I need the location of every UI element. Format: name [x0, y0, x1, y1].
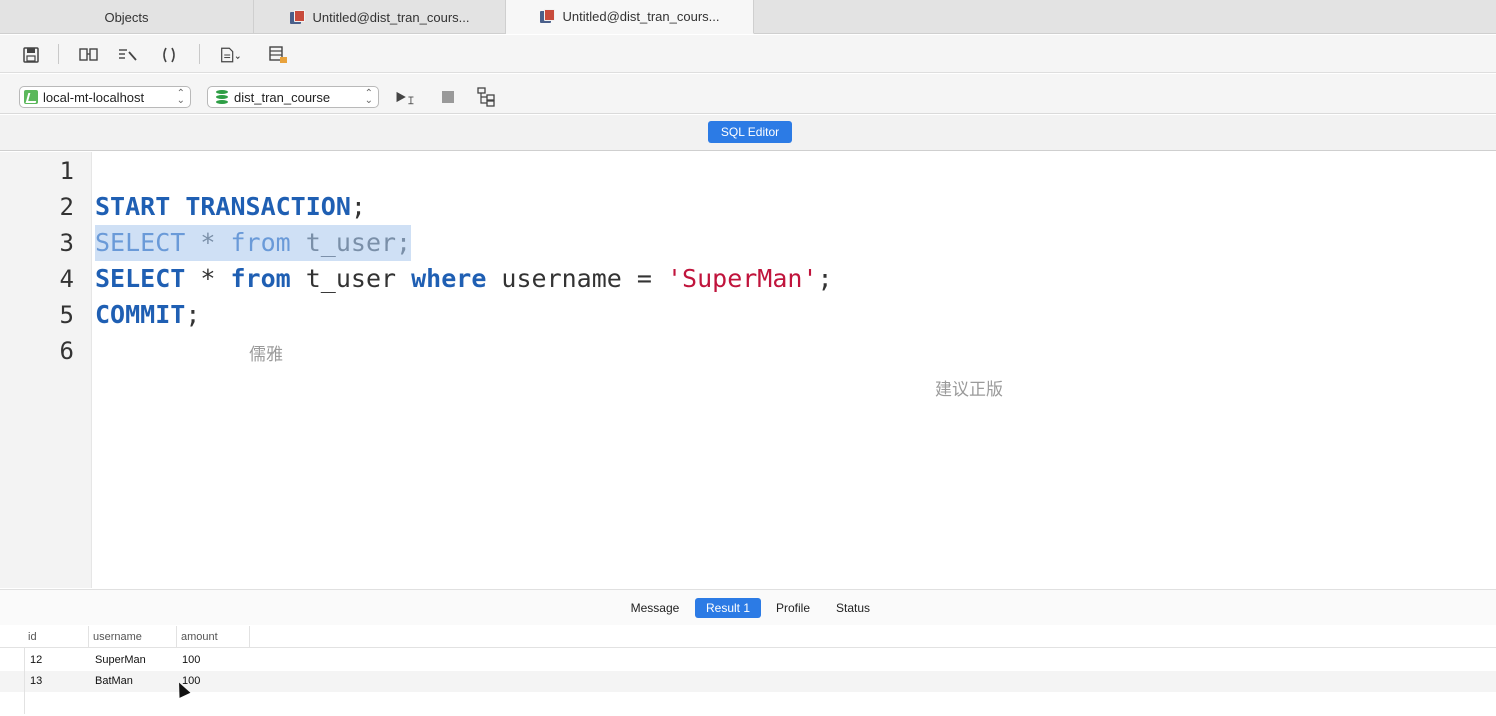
- tab-label: Objects: [104, 9, 149, 25]
- database-select[interactable]: dist_tran_course ⌃ ⌄: [207, 86, 379, 108]
- tab-objects[interactable]: Objects: [0, 0, 254, 34]
- database-select-value: dist_tran_course: [234, 89, 331, 105]
- line-number: 4: [59, 265, 74, 293]
- tab-label: Untitled@dist_tran_cours...: [562, 9, 720, 24]
- tab-message[interactable]: Message: [622, 598, 688, 618]
- stop-icon[interactable]: [437, 86, 459, 108]
- sql-operator: *: [185, 228, 231, 257]
- run-icon[interactable]: [394, 86, 416, 108]
- sql-text: t_user;: [290, 228, 412, 257]
- sql-editor[interactable]: 1 2 3 4 5 6 START TRANSACTION; SELECT * …: [0, 152, 1496, 588]
- column-header-amount[interactable]: amount: [177, 626, 250, 648]
- tab-query-1[interactable]: Untitled@dist_tran_cours...: [254, 0, 506, 34]
- line-number: 1: [59, 157, 74, 185]
- editor-toolbar: [0, 35, 1496, 73]
- sql-keyword: START: [95, 192, 171, 221]
- code-snippet-icon[interactable]: [158, 44, 180, 66]
- connection-toolbar: local-mt-localhost ⌃ ⌄ dist_tran_course ⌃…: [0, 74, 1496, 114]
- sql-operator: *: [185, 264, 231, 293]
- cell-id: 12: [30, 654, 43, 666]
- sql-keyword: COMMIT: [95, 300, 186, 329]
- sql-keyword: where: [411, 264, 487, 293]
- cell-username: SuperMan: [95, 654, 146, 666]
- result-grid[interactable]: id username amount 12 SuperMan 100 13 Ba…: [0, 626, 1496, 716]
- line-number: 3: [59, 229, 74, 257]
- tab-profile[interactable]: Profile: [767, 598, 819, 618]
- code-line-5[interactable]: COMMIT;: [95, 297, 200, 333]
- beautify-sql-icon[interactable]: [117, 44, 139, 66]
- code-line-3-selected[interactable]: SELECT * from t_user;: [95, 225, 412, 261]
- editor-mode-bar: SQL Editor: [0, 115, 1496, 151]
- toolbar-divider: [199, 44, 200, 64]
- cell-amount: 100: [182, 654, 201, 666]
- tab-result-1[interactable]: Result 1: [695, 598, 761, 618]
- grid-left-border: [24, 648, 25, 714]
- explain-icon[interactable]: [476, 86, 498, 108]
- connection-select[interactable]: local-mt-localhost ⌃ ⌄: [19, 86, 191, 108]
- query-builder-icon[interactable]: [78, 44, 100, 66]
- query-icon: [539, 9, 555, 24]
- sql-text: t_user: [290, 264, 412, 293]
- result-tabs: Message Result 1 Profile Status: [0, 589, 1496, 625]
- line-number: 5: [59, 301, 74, 329]
- sql-text: username =: [486, 264, 667, 293]
- tab-label: Untitled@dist_tran_cours...: [312, 9, 470, 25]
- query-icon: [289, 9, 305, 25]
- code-line-4[interactable]: SELECT * from t_user where username = 'S…: [95, 261, 833, 297]
- save-icon[interactable]: [20, 44, 42, 66]
- watermark-text: 儒雅: [249, 345, 283, 364]
- cell-id: 13: [30, 675, 43, 687]
- export-result-icon[interactable]: [268, 44, 290, 66]
- column-header-username[interactable]: username: [89, 626, 177, 648]
- watermark-text: 建议正版: [935, 380, 1003, 399]
- chevron-updown-icon: ⌃ ⌄: [364, 88, 373, 106]
- sql-keyword: SELECT: [95, 228, 186, 257]
- grid-header: id username amount: [0, 626, 1496, 648]
- sql-string-literal: 'SuperMan': [667, 264, 818, 293]
- tab-bar: Objects Untitled@dist_tran_cours... Unti…: [0, 0, 1496, 34]
- table-row[interactable]: 12 SuperMan 100: [0, 650, 1496, 671]
- code-line-2[interactable]: START TRANSACTION;: [95, 189, 366, 225]
- database-icon: [216, 90, 228, 104]
- sql-keyword: from: [230, 228, 291, 257]
- sql-keyword: SELECT: [95, 264, 186, 293]
- cell-username: BatMan: [95, 675, 133, 687]
- sql-editor-button[interactable]: SQL Editor: [708, 121, 792, 143]
- connection-select-value: local-mt-localhost: [43, 89, 145, 105]
- line-number: 2: [59, 193, 74, 221]
- column-header-id[interactable]: id: [24, 626, 89, 648]
- tab-query-2-active[interactable]: Untitled@dist_tran_cours...: [506, 0, 754, 34]
- chevron-updown-icon: ⌃ ⌄: [176, 88, 185, 106]
- sql-punctuation: ;: [185, 300, 201, 329]
- table-row[interactable]: 13 BatMan 100: [0, 671, 1496, 692]
- toolbar-divider: [58, 44, 59, 64]
- line-number: 6: [59, 337, 74, 365]
- text-file-icon[interactable]: [220, 44, 242, 66]
- connection-icon: [24, 90, 38, 104]
- tab-status[interactable]: Status: [828, 598, 878, 618]
- line-number-gutter: 1 2 3 4 5 6: [0, 152, 92, 588]
- sql-keyword: TRANSACTION: [185, 192, 351, 221]
- sql-punctuation: ;: [350, 192, 366, 221]
- sql-punctuation: ;: [817, 264, 833, 293]
- sql-keyword: from: [230, 264, 291, 293]
